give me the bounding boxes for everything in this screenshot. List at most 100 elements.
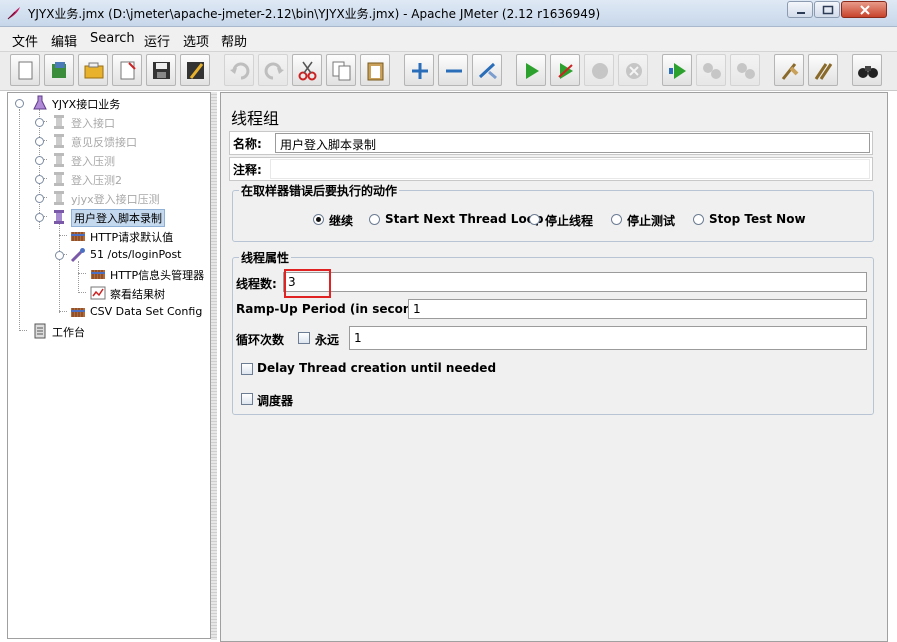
menu-edit[interactable]: 编辑 xyxy=(51,31,77,50)
panel-splitter[interactable] xyxy=(211,92,217,640)
tree-toggle[interactable] xyxy=(35,175,44,184)
clear-button[interactable] xyxy=(774,54,804,86)
copy-button[interactable] xyxy=(326,54,356,86)
radio-label: 停止线程 xyxy=(545,214,594,228)
tree-label: YJYX接口业务 xyxy=(52,98,121,111)
scheduler-checkbox[interactable] xyxy=(241,393,253,405)
maximize-icon xyxy=(822,5,834,15)
toolbar xyxy=(0,52,897,91)
tree-toggle-root[interactable] xyxy=(15,99,24,108)
radio-dot xyxy=(369,214,380,225)
scheduler-label: 调度器 xyxy=(257,394,294,408)
maximize-button[interactable] xyxy=(814,1,840,18)
loop-count-label: 循环次数 xyxy=(236,333,285,347)
menu-search[interactable]: Search xyxy=(90,31,135,46)
redo-button[interactable] xyxy=(258,54,288,86)
thread-group-panel: 线程组 名称: 用户登入脚本录制 注释: 在取样器错误后要执行的动作 继续 St… xyxy=(220,92,888,642)
stop-button[interactable] xyxy=(584,54,614,86)
remote-shutdown-button[interactable] xyxy=(730,54,760,86)
tree-toggle[interactable] xyxy=(35,118,44,127)
thread-group-spool-icon xyxy=(54,153,64,167)
open-button[interactable] xyxy=(78,54,108,86)
clear-all-button[interactable] xyxy=(808,54,838,86)
cut-icon xyxy=(298,61,317,81)
templates-button[interactable] xyxy=(44,54,74,86)
comment-row: 注释: xyxy=(229,157,873,181)
close-window-button[interactable] xyxy=(841,1,887,18)
test-plan-flask-icon xyxy=(33,95,47,110)
thread-group-spool-icon xyxy=(54,115,64,129)
menu-file[interactable]: 文件 xyxy=(12,31,38,50)
clear-all-icon xyxy=(814,63,833,80)
save-button[interactable] xyxy=(146,54,176,86)
config-element-icon xyxy=(71,232,85,241)
tree-toggle[interactable] xyxy=(35,213,44,222)
tree-label: 登入压测 xyxy=(71,155,115,168)
paste-button[interactable] xyxy=(360,54,390,86)
cut-button[interactable] xyxy=(292,54,322,86)
remote-start-icon xyxy=(669,63,686,79)
menu-options[interactable]: 选项 xyxy=(183,31,209,50)
clear-icon xyxy=(781,63,799,80)
templates-icon xyxy=(52,62,66,78)
threads-input[interactable]: 3 xyxy=(283,272,867,292)
menu-run[interactable]: 运行 xyxy=(144,31,170,50)
loop-count-input[interactable]: 1 xyxy=(349,326,867,350)
forever-checkbox[interactable] xyxy=(298,332,310,344)
comment-input[interactable] xyxy=(270,159,870,179)
delay-thread-checkbox[interactable] xyxy=(241,363,253,375)
expand-all-button[interactable] xyxy=(404,54,434,86)
tree-label: CSV Data Set Config xyxy=(90,305,203,318)
threads-highlight-box xyxy=(284,269,331,298)
tree-toggle[interactable] xyxy=(55,251,64,260)
undo-button[interactable] xyxy=(224,54,254,86)
config-element-icon xyxy=(91,270,105,279)
tree-label: 用户登入脚本录制 xyxy=(71,209,165,227)
tree-label: HTTP信息头管理器 xyxy=(110,269,205,282)
close-file-button[interactable] xyxy=(112,54,142,86)
tree-label: 51 /ots/loginPost xyxy=(90,248,182,261)
radio-label: 继续 xyxy=(329,214,354,228)
name-input[interactable]: 用户登入脚本录制 xyxy=(275,133,870,153)
remote-start-button[interactable] xyxy=(662,54,692,86)
remote-stop-button[interactable] xyxy=(696,54,726,86)
redo-icon xyxy=(264,62,284,80)
tree-label: 工作台 xyxy=(52,326,85,339)
forever-label: 永远 xyxy=(315,333,340,347)
menu-help[interactable]: 帮助 xyxy=(221,31,247,50)
sampler-error-group-title: 在取样器错误后要执行的动作 xyxy=(239,182,400,199)
thread-group-spool-icon xyxy=(54,210,64,224)
start-no-pause-button[interactable] xyxy=(550,54,580,86)
minimize-button[interactable] xyxy=(787,1,813,18)
thread-properties-group: 线程属性 线程数: 3 Ramp-Up Period (in seconds):… xyxy=(232,249,874,415)
tree-label: HTTP请求默认值 xyxy=(90,231,174,244)
search-button[interactable] xyxy=(852,54,882,86)
copy-icon xyxy=(332,61,351,81)
shutdown-icon xyxy=(626,63,642,79)
thread-group-spool-icon xyxy=(54,172,64,186)
close-file-icon xyxy=(120,61,136,80)
collapse-icon xyxy=(446,69,462,73)
remote-stop-icon xyxy=(703,63,721,79)
tree-toggle[interactable] xyxy=(35,137,44,146)
window-title: YJYX业务.jmx (D:\jmeter\apache-jmeter-2.12… xyxy=(28,7,601,21)
radio-label: Start Next Thread Loop xyxy=(385,212,544,226)
tree-toggle[interactable] xyxy=(35,156,44,165)
radio-dot xyxy=(313,214,324,225)
toggle-button[interactable] xyxy=(472,54,502,86)
tree-label: 意见反馈接口 xyxy=(71,136,137,149)
shutdown-button[interactable] xyxy=(618,54,648,86)
tree-toggle[interactable] xyxy=(35,194,44,203)
start-button[interactable] xyxy=(516,54,546,86)
name-label: 名称: xyxy=(233,137,262,151)
open-icon xyxy=(84,62,104,79)
radio-dot xyxy=(529,214,540,225)
binoculars-icon xyxy=(858,66,878,78)
save-as-button[interactable] xyxy=(180,54,210,86)
title-bar: YJYX业务.jmx (D:\jmeter\apache-jmeter-2.12… xyxy=(0,0,897,27)
menu-bar: 文件 编辑 Search 运行 选项 帮助 xyxy=(0,27,897,52)
collapse-all-button[interactable] xyxy=(438,54,468,86)
name-row: 名称: 用户登入脚本录制 xyxy=(229,131,873,155)
new-button[interactable] xyxy=(10,54,40,86)
rampup-input[interactable]: 1 xyxy=(408,299,867,319)
